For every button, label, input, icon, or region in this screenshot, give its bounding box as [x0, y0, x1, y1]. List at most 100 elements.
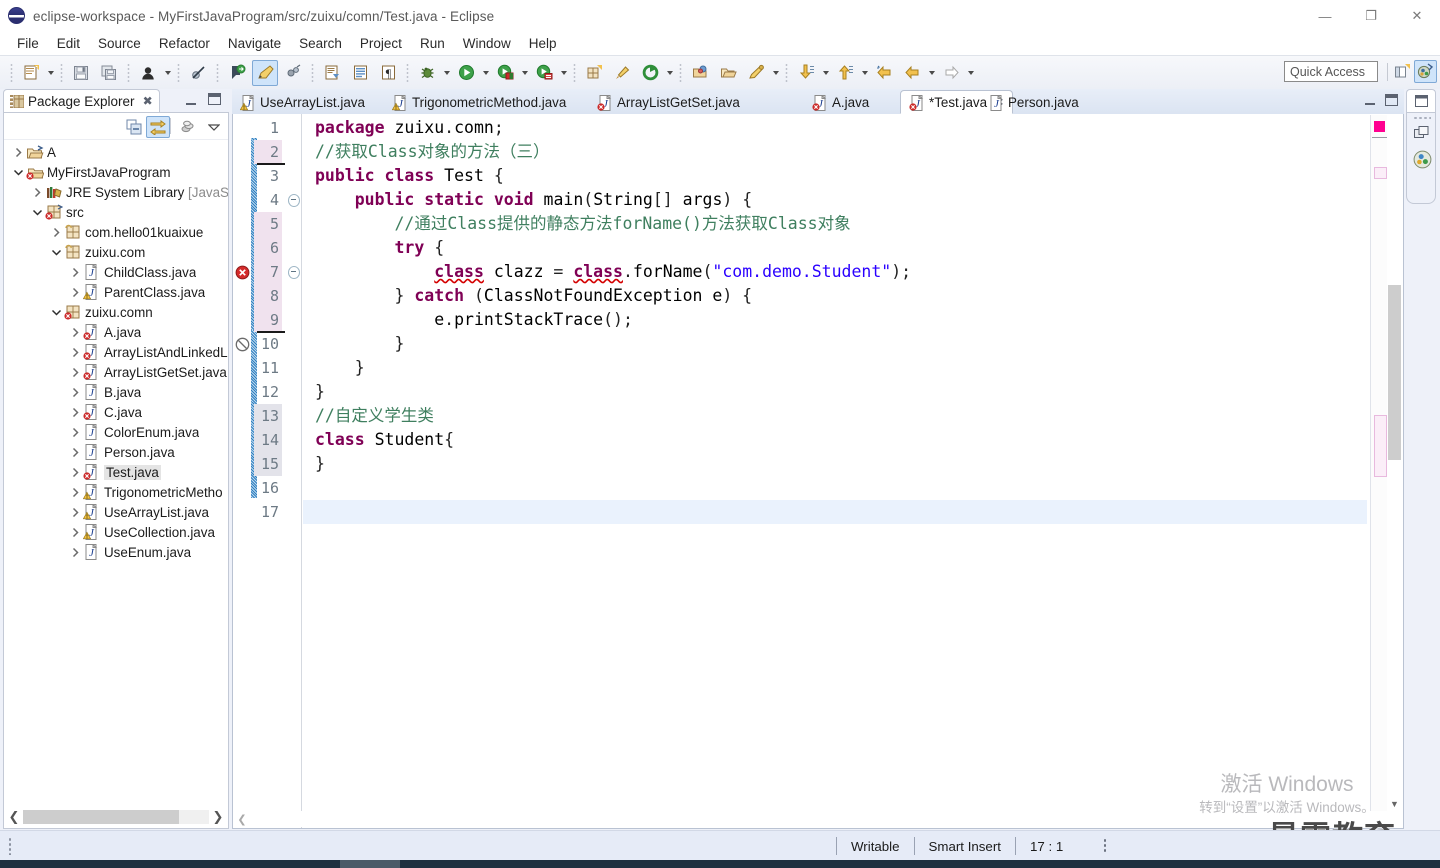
chevron-right-icon[interactable] — [67, 544, 83, 560]
code-line[interactable]: } — [303, 380, 1367, 404]
package-explorer-hscrollbar[interactable]: ❮ ❯ — [5, 807, 227, 827]
refresh-dropdown-icon[interactable] — [664, 61, 675, 85]
close-button[interactable]: ✕ — [1394, 0, 1440, 32]
chevron-right-icon[interactable] — [67, 324, 83, 340]
annotation-icon[interactable] — [280, 60, 306, 86]
fast-view-tab[interactable] — [1406, 89, 1436, 112]
code-line[interactable]: } — [303, 332, 1367, 356]
chevron-right-icon[interactable] — [10, 144, 26, 160]
menu-help[interactable]: Help — [520, 34, 566, 53]
code-line[interactable]: class clazz = class.forName("com.demo.St… — [303, 260, 1367, 284]
paragraph-icon[interactable]: ¶ — [375, 60, 401, 86]
package-explorer-maximize-icon[interactable] — [208, 93, 221, 105]
coverage-icon[interactable] — [492, 60, 518, 86]
save-icon[interactable] — [68, 60, 94, 86]
open-task-icon[interactable] — [319, 60, 345, 86]
overview-error-marker[interactable] — [1374, 121, 1385, 132]
chevron-right-icon[interactable] — [67, 424, 83, 440]
hscroll-left-arrow[interactable]: ❮ — [5, 808, 23, 826]
chevron-down-icon[interactable] — [29, 204, 45, 220]
open-folder-icon[interactable] — [715, 60, 741, 86]
code-line[interactable]: e.printStackTrace(); — [303, 308, 1367, 332]
chevron-right-icon[interactable] — [67, 404, 83, 420]
overview-occurrence-marker[interactable] — [1374, 167, 1387, 179]
hscroll-right-arrow[interactable]: ❯ — [209, 808, 227, 826]
menu-search[interactable]: Search — [290, 34, 351, 53]
debug-icon[interactable] — [414, 60, 440, 86]
tree-item-arraylistgetset-java[interactable]: J ArrayListGetSet.java — [4, 362, 228, 382]
tree-item-arraylistandlinkedli[interactable]: J ArrayListAndLinkedLi — [4, 342, 228, 362]
next-edit-icon[interactable] — [793, 60, 819, 86]
restore-perspective-icon[interactable] — [1412, 123, 1432, 143]
chevron-right-icon[interactable] — [29, 184, 45, 200]
collapse-all-icon[interactable] — [122, 116, 146, 138]
code-line[interactable]: try { — [303, 236, 1367, 260]
new-wizard-icon[interactable] — [18, 60, 44, 86]
previous-edit-icon[interactable] — [832, 60, 858, 86]
back-dropdown-icon[interactable] — [926, 61, 937, 85]
java-perspective-mini-icon[interactable] — [1412, 149, 1432, 169]
view-dropdown-icon[interactable] — [202, 116, 226, 138]
next-edit-dropdown-icon[interactable] — [820, 61, 831, 85]
editor-overview-ruler[interactable] — [1370, 115, 1387, 811]
chevron-right-icon[interactable] — [67, 444, 83, 460]
editor-marker-gutter[interactable] — [233, 114, 251, 828]
tree-item-com-hello01kuaixue[interactable]: com.hello01kuaixue — [4, 222, 228, 242]
chevron-right-icon[interactable] — [67, 504, 83, 520]
chevron-right-icon[interactable] — [48, 224, 64, 240]
editor-tab-trigonometricmethodjava[interactable]: J TrigonometricMethod.java — [384, 91, 574, 114]
taskbar-active-app[interactable] — [340, 860, 400, 868]
hscroll-track[interactable] — [23, 810, 209, 824]
fold-toggle-icon[interactable] — [288, 260, 300, 284]
refresh-icon[interactable] — [637, 60, 663, 86]
code-line[interactable]: public class Test { — [303, 164, 1367, 188]
editor-hscrollbar[interactable]: ❮ — [234, 811, 1402, 827]
new-package-icon[interactable] — [581, 60, 607, 86]
code-editor[interactable]: package zuixu.comn;//获取Class对象的方法（三） publ… — [303, 114, 1367, 812]
open-perspective-icon[interactable] — [1391, 60, 1414, 83]
external-tools-icon[interactable] — [609, 60, 635, 86]
package-explorer-tab[interactable]: Package Explorer ✖ — [3, 89, 160, 112]
code-line[interactable]: //通过Class提供的静态方法forName()方法获取Class对象 — [303, 212, 1367, 236]
editor-tab-personjava[interactable]: J Person.java — [980, 91, 1087, 114]
menu-project[interactable]: Project — [351, 34, 411, 53]
profile-dropdown-icon[interactable] — [558, 61, 569, 85]
edit-pencil-icon[interactable] — [252, 59, 278, 86]
chevron-right-icon[interactable] — [67, 464, 83, 480]
editor-minimize-icon[interactable] — [1362, 93, 1378, 108]
fold-toggle-icon[interactable] — [288, 188, 300, 212]
package-explorer-minimize-icon[interactable] — [182, 92, 199, 108]
menu-source[interactable]: Source — [89, 34, 150, 53]
code-line[interactable] — [303, 476, 1367, 500]
tree-item-jre-system-library[interactable]: JRE System Library [JavaSE- — [4, 182, 228, 202]
run-dropdown-icon[interactable] — [480, 61, 491, 85]
chevron-down-icon[interactable] — [48, 244, 64, 260]
code-line[interactable]: public static void main(String[] args) { — [303, 188, 1367, 212]
tree-item-trigonometricmetho[interactable]: J TrigonometricMetho — [4, 482, 228, 502]
tree-item-usecollection-java[interactable]: J UseCollection.java — [4, 522, 228, 542]
debug-dropdown-icon[interactable] — [441, 61, 452, 85]
tree-item-c-java[interactable]: J C.java — [4, 402, 228, 422]
run-icon[interactable] — [453, 60, 479, 86]
chevron-down-icon[interactable] — [10, 164, 26, 180]
skip-breakpoints-icon[interactable] — [185, 60, 211, 86]
forward-dropdown-icon[interactable] — [965, 61, 976, 85]
forward-icon[interactable] — [938, 60, 964, 86]
quick-access-input[interactable]: Quick Access — [1284, 61, 1378, 82]
code-line[interactable]: class Student{ — [303, 428, 1367, 452]
tree-item-person-java[interactable]: J Person.java — [4, 442, 228, 462]
save-all-icon[interactable] — [96, 60, 122, 86]
hscroll-thumb[interactable] — [23, 810, 179, 824]
back-history-icon[interactable] — [899, 60, 925, 86]
tree-item-b-java[interactable]: J B.java — [4, 382, 228, 402]
vscroll-down-arrow[interactable]: ▼ — [1387, 796, 1402, 811]
profile-icon[interactable] — [531, 60, 557, 86]
next-annotation-icon[interactable] — [224, 60, 250, 86]
tree-item-zuixu-comn[interactable]: zuixu.comn — [4, 302, 228, 322]
editor-tab-arraylistgetsetjava[interactable]: J ArrayListGetSet.java — [589, 91, 748, 114]
chevron-right-icon[interactable] — [67, 484, 83, 500]
open-type-icon[interactable] — [687, 60, 713, 86]
menu-edit[interactable]: Edit — [48, 34, 89, 53]
chevron-down-icon[interactable] — [48, 304, 64, 320]
chevron-right-icon[interactable] — [67, 524, 83, 540]
